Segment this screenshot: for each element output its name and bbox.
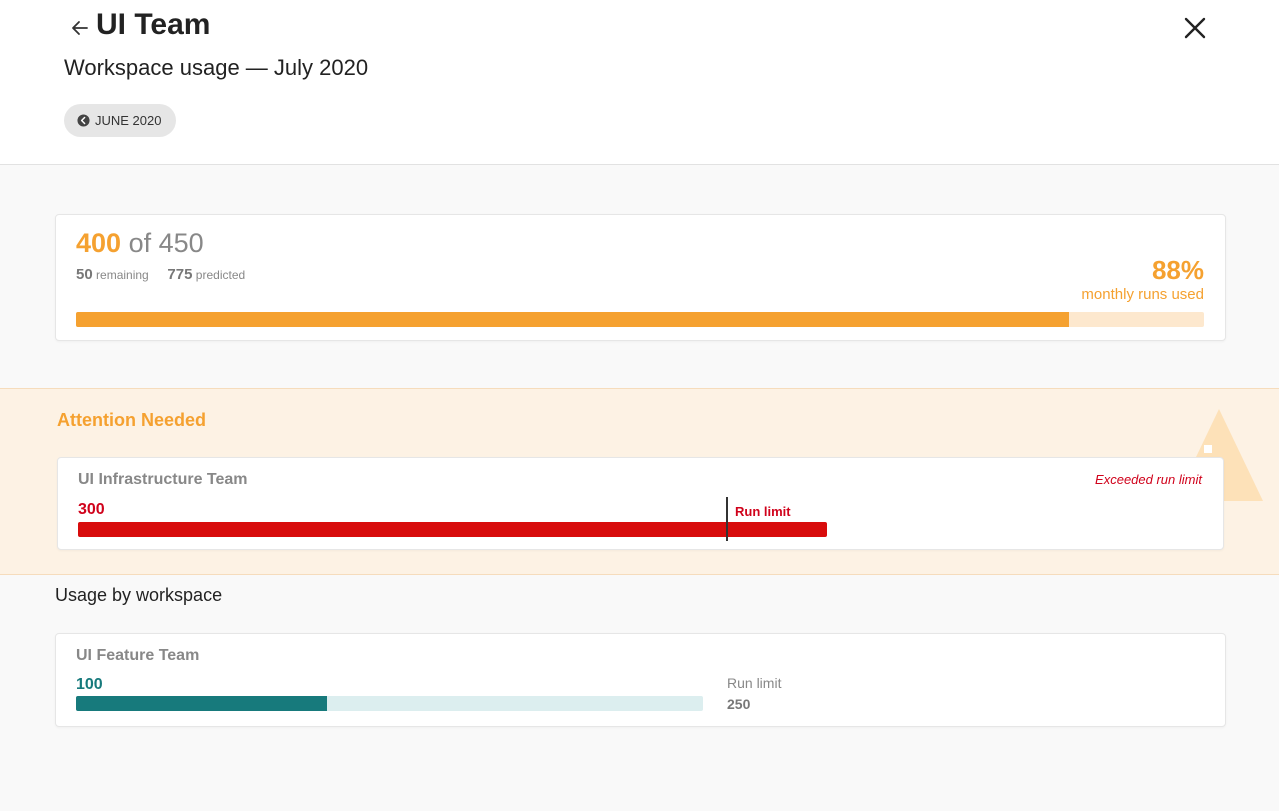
remaining-label: remaining (96, 268, 149, 282)
chevron-left-circle-icon (77, 114, 90, 127)
page-subtitle: Workspace usage — July 2020 (64, 55, 369, 80)
workspace-usage-bar (76, 696, 703, 711)
exceeded-workspace-card[interactable]: UI Infrastructure Team Exceeded run limi… (57, 457, 1224, 550)
previous-month-button[interactable]: JUNE 2020 (64, 104, 176, 137)
previous-month-label: JUNE 2020 (95, 113, 162, 128)
exceeded-status-label: Exceeded run limit (1095, 472, 1202, 487)
monthly-usage-progress-bar (76, 312, 1204, 327)
workspace-run-count: 100 (76, 676, 103, 693)
remaining-value: 50 (76, 266, 93, 283)
attention-needed-section: Attention Needed UI Infrastructure Team … (0, 388, 1279, 575)
runs-used-value: 400 (76, 228, 122, 258)
monthly-usage-progress-fill (76, 312, 1069, 327)
workspace-usage-bar (78, 522, 827, 537)
run-limit-label: Run limit (727, 675, 782, 691)
runs-total-value: 450 (158, 228, 204, 258)
run-limit-marker (726, 497, 728, 541)
runs-breakdown: 50 remaining 775 predicted (76, 266, 245, 283)
close-icon[interactable] (1180, 13, 1210, 43)
page-title: UI Team (96, 8, 211, 41)
workspace-name: UI Feature Team (76, 647, 200, 664)
run-limit-value: 250 (727, 696, 751, 712)
workspace-run-count: 300 (78, 501, 105, 518)
runs-used-total: 400 of 450 (76, 228, 204, 259)
usage-by-workspace-heading: Usage by workspace (55, 585, 223, 605)
page-header: UI Team Workspace usage — July 2020 JUNE… (0, 0, 1279, 165)
percent-used-label: monthly runs used (1081, 286, 1204, 303)
run-limit-label: Run limit (735, 504, 791, 519)
workspace-usage-fill (76, 696, 327, 711)
workspace-name: UI Infrastructure Team (78, 471, 248, 488)
predicted-value: 775 (167, 266, 193, 283)
of-label: of (128, 228, 152, 258)
arrow-left-icon[interactable] (68, 16, 92, 40)
predicted-label: predicted (195, 268, 246, 282)
monthly-usage-summary-card: 400 of 450 50 remaining 775 predicted 88… (55, 214, 1226, 341)
workspace-usage-card[interactable]: UI Feature Team 100 Run limit 250 (55, 633, 1226, 727)
percent-used: 88% (1151, 255, 1204, 285)
attention-needed-title: Attention Needed (57, 410, 207, 430)
